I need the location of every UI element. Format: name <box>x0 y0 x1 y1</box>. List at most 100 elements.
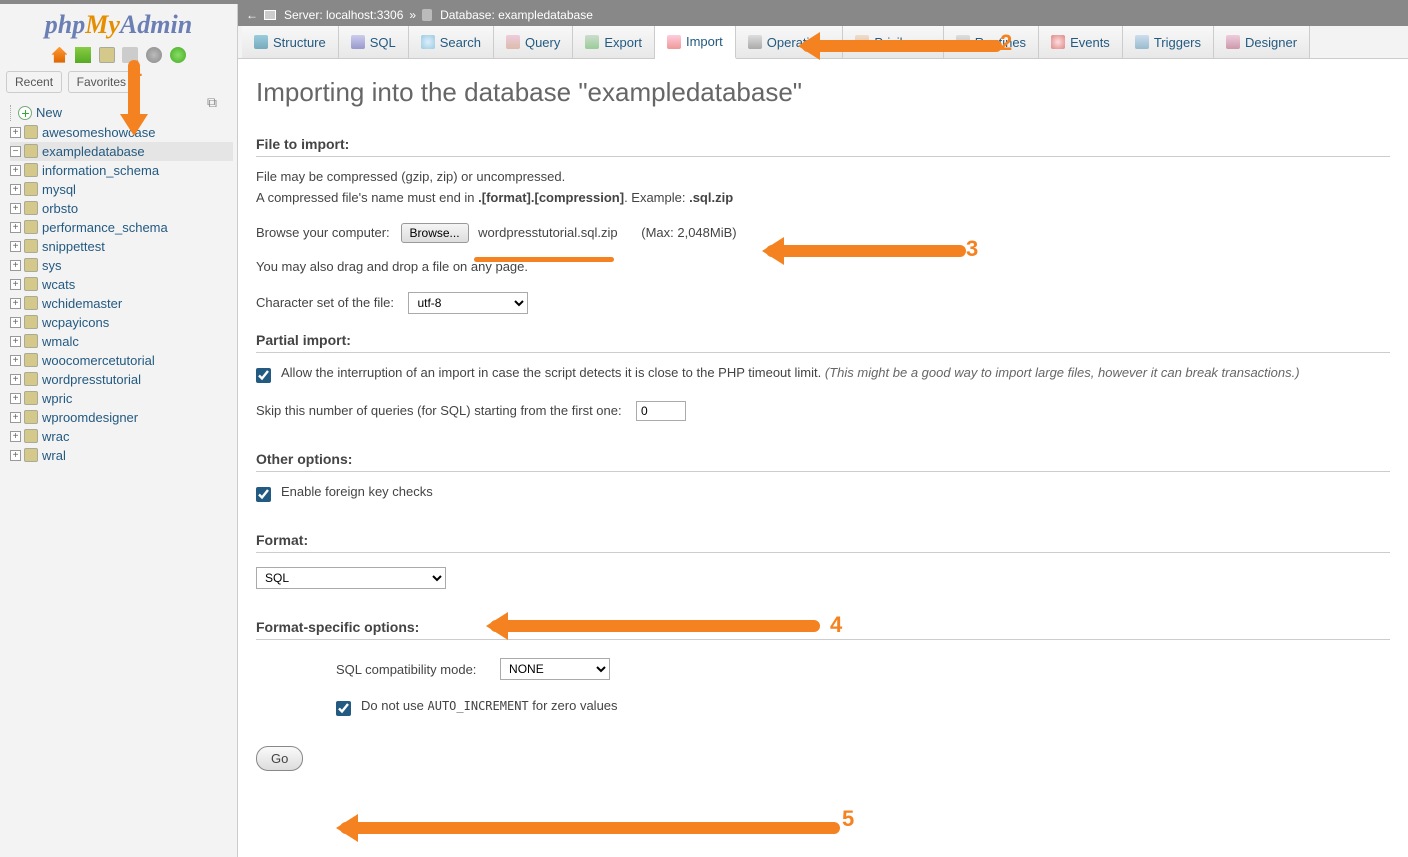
home-icon[interactable] <box>51 47 67 63</box>
tree-db-label: woocomercetutorial <box>42 353 155 368</box>
expand-icon[interactable]: + <box>10 279 21 290</box>
allow-interrupt-checkbox[interactable] <box>256 368 271 383</box>
tree-db-wmalc[interactable]: +wmalc <box>10 332 233 351</box>
reload-icon[interactable] <box>170 47 186 63</box>
annotation-number-5: 5 <box>842 806 854 832</box>
tree-db-wchidemaster[interactable]: +wchidemaster <box>10 294 233 313</box>
logout-icon[interactable] <box>75 47 91 63</box>
link-panel-icon[interactable]: ⧉ <box>207 94 217 111</box>
tree-db-information_schema[interactable]: +information_schema <box>10 161 233 180</box>
expand-icon[interactable]: + <box>10 317 21 328</box>
expand-icon[interactable]: + <box>10 336 21 347</box>
tab-events[interactable]: Events <box>1039 26 1123 58</box>
tab-label: Operations <box>767 35 831 50</box>
database-icon <box>24 277 38 291</box>
tree-db-wpric[interactable]: + wpric <box>10 389 233 408</box>
expand-icon[interactable]: + <box>10 393 21 404</box>
tree-db-wcats[interactable]: + wcats <box>10 275 233 294</box>
tree-db-wrac[interactable]: + wrac <box>10 427 233 446</box>
database-icon <box>24 258 38 272</box>
autoinc-b: for zero values <box>529 698 618 713</box>
charset-row: Character set of the file: utf-8 <box>256 292 1390 314</box>
expand-icon[interactable]: + <box>10 450 21 461</box>
tree-db-exampledatabase[interactable]: −exampledatabase <box>10 142 233 161</box>
tree-new[interactable]: New <box>10 103 233 123</box>
docs-icon[interactable] <box>99 47 115 63</box>
expand-icon[interactable]: + <box>10 222 21 233</box>
expand-icon[interactable]: + <box>10 298 21 309</box>
allow-interrupt-text: Allow the interruption of an import in c… <box>281 365 1300 380</box>
expand-icon[interactable]: + <box>10 127 21 138</box>
tree-db-mysql[interactable]: + mysql <box>10 180 233 199</box>
tree-db-wcpayicons[interactable]: +wcpayicons <box>10 313 233 332</box>
sql-icon <box>351 35 365 49</box>
tree-db-awesomeshowcase[interactable]: +awesomeshowcase <box>10 123 233 142</box>
annotation-number-4: 4 <box>830 612 842 638</box>
charset-select[interactable]: utf-8 <box>408 292 528 314</box>
tab-import[interactable]: Import <box>655 26 736 59</box>
go-button[interactable]: Go <box>256 746 303 771</box>
breadcrumb-database[interactable]: Database: exampledatabase <box>440 8 593 22</box>
tab-routines[interactable]: Routines <box>944 26 1039 58</box>
designer-icon <box>1226 35 1240 49</box>
phpmyadmin-logo[interactable]: phpMyAdmin <box>0 4 237 42</box>
tree-db-wordpresstutorial[interactable]: +wordpresstutorial <box>10 370 233 389</box>
expand-icon[interactable]: + <box>10 260 21 271</box>
tab-label: Privileges <box>874 35 930 50</box>
expand-icon[interactable]: + <box>10 165 21 176</box>
tab-label: SQL <box>370 35 396 50</box>
browse-button[interactable]: Browse... <box>401 223 469 243</box>
sidebar: phpMyAdmin Recent Favorites ⧉ New +awesom… <box>0 4 238 857</box>
expand-icon[interactable]: + <box>10 184 21 195</box>
database-icon <box>24 372 38 386</box>
fk-checks-row: Enable foreign key checks <box>256 484 1390 502</box>
autoinc-checkbox[interactable] <box>336 701 351 716</box>
tab-operations[interactable]: Operations <box>736 26 844 58</box>
recent-tab[interactable]: Recent <box>6 71 62 93</box>
skip-queries-input[interactable] <box>636 401 686 421</box>
fk-checks-label: Enable foreign key checks <box>281 484 433 499</box>
tree-db-sys[interactable]: +sys <box>10 256 233 275</box>
tab-sql[interactable]: SQL <box>339 26 409 58</box>
tab-search[interactable]: Search <box>409 26 494 58</box>
expand-icon[interactable]: + <box>10 203 21 214</box>
expand-icon[interactable]: + <box>10 374 21 385</box>
tree-db-woocomercetutorial[interactable]: + woocomercetutorial <box>10 351 233 370</box>
tree-db-orbsto[interactable]: +orbsto <box>10 199 233 218</box>
tab-privileges[interactable]: Privileges <box>843 26 943 58</box>
tab-triggers[interactable]: Triggers <box>1123 26 1214 58</box>
database-icon <box>24 163 38 177</box>
breadcrumb-separator: » <box>409 8 416 22</box>
tree-db-wproomdesigner[interactable]: +wproomdesigner <box>10 408 233 427</box>
export-icon <box>585 35 599 49</box>
format-title: Format: <box>256 532 1390 553</box>
expand-icon[interactable]: + <box>10 241 21 252</box>
tree-db-label: mysql <box>42 182 76 197</box>
tab-bar: Structure SQL SearchQueryExportImport Opera… <box>238 26 1408 59</box>
format-specific-body: SQL compatibility mode: NONE Do not use … <box>336 658 1390 716</box>
database-icon <box>24 315 38 329</box>
tab-query[interactable]: Query <box>494 26 573 58</box>
tab-export[interactable]: Export <box>573 26 655 58</box>
tree-new-label: New <box>36 105 62 120</box>
tab-designer[interactable]: Designer <box>1214 26 1310 58</box>
expand-icon[interactable]: + <box>10 412 21 423</box>
tree-db-snippettest[interactable]: +snippettest <box>10 237 233 256</box>
breadcrumb-back-icon[interactable]: ← <box>246 8 258 22</box>
tree-db-label: wrac <box>42 429 69 444</box>
tree-db-label: wcats <box>42 277 75 292</box>
tree-db-label: wpric <box>42 391 72 406</box>
expand-icon[interactable]: + <box>10 431 21 442</box>
favorites-tab[interactable]: Favorites <box>68 71 135 93</box>
expand-icon[interactable]: + <box>10 355 21 366</box>
expand-icon[interactable]: − <box>10 146 21 157</box>
breadcrumb-server[interactable]: Server: localhost:3306 <box>284 8 403 22</box>
format-select[interactable]: SQL <box>256 567 446 589</box>
tab-structure[interactable]: Structure <box>242 26 339 58</box>
tree-db-performance_schema[interactable]: +performance_schema <box>10 218 233 237</box>
settings-icon[interactable] <box>146 47 162 63</box>
tree-db-wral[interactable]: +wral <box>10 446 233 465</box>
sql-compat-select[interactable]: NONE <box>500 658 610 680</box>
selected-filename: wordpresstutorial.sql.zip <box>478 225 617 240</box>
fk-checks-checkbox[interactable] <box>256 487 271 502</box>
